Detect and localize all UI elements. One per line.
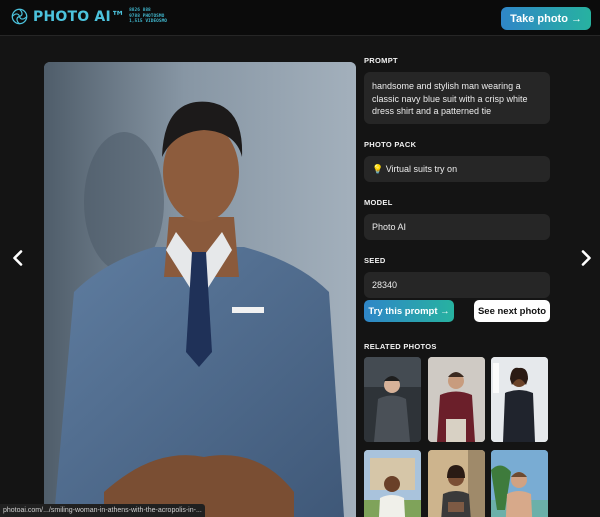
man-on-beach-thumbnail-image (491, 450, 548, 517)
next-photo-arrow[interactable] (579, 248, 593, 268)
try-this-prompt-button[interactable]: Try this prompt → (364, 300, 454, 322)
related-photo-thumbnail[interactable] (364, 450, 421, 517)
main-photo (44, 62, 356, 517)
take-photo-button[interactable]: Take photo → (501, 7, 591, 30)
related-photos-label: RELATED PHOTOS (364, 342, 437, 351)
related-photo-thumbnail[interactable] (491, 357, 548, 442)
photo-pack-label: PHOTO PACK (364, 140, 417, 149)
top-header: PHOTO AI™ 8826 888 9788 PHOTOSMO 1,515 V… (0, 0, 600, 36)
man-in-suit-image (44, 62, 356, 517)
seed-label: SEED (364, 256, 386, 265)
related-photo-thumbnail[interactable] (364, 357, 421, 442)
logo-stats: 8826 888 9788 PHOTOSMO 1,515 VIDEOSMO (129, 8, 167, 25)
man-in-burgundy-suit-thumbnail-image (428, 357, 485, 442)
related-photo-thumbnail[interactable] (428, 450, 485, 517)
logo[interactable]: PHOTO AI™ 8826 888 9788 PHOTOSMO 1,515 V… (11, 8, 167, 25)
chevron-left-icon (12, 250, 22, 266)
chevron-right-icon (581, 250, 591, 266)
woman-in-city-thumbnail-image (428, 450, 485, 517)
stat-line: 1,515 VIDEOSMO (129, 19, 167, 25)
prompt-label: PROMPT (364, 56, 398, 65)
related-photo-thumbnail[interactable] (491, 450, 548, 517)
model-field: Photo AI (364, 214, 550, 240)
related-photo-thumbnail[interactable] (428, 357, 485, 442)
seed-field: 28340 (364, 272, 550, 298)
photo-pack-field[interactable]: 💡 Virtual suits try on (364, 156, 550, 182)
see-next-photo-button[interactable]: See next photo (474, 300, 550, 322)
aperture-logo-icon (11, 8, 28, 25)
woman-in-suit-thumbnail-image (491, 357, 548, 442)
man-in-suit-thumbnail-image (364, 357, 421, 442)
previous-photo-arrow[interactable] (10, 248, 24, 268)
prompt-field: handsome and stylish man wearing a class… (364, 72, 550, 124)
details-panel: PROMPT handsome and stylish man wearing … (364, 56, 554, 298)
woman-at-monument-thumbnail-image (364, 450, 421, 517)
related-photos-section: RELATED PHOTOS (364, 342, 554, 351)
logo-text: PHOTO AI™ (33, 8, 126, 25)
model-label: MODEL (364, 198, 393, 207)
link-status-bar: photoai.com/.../smiling-woman-in-athens-… (0, 504, 205, 517)
